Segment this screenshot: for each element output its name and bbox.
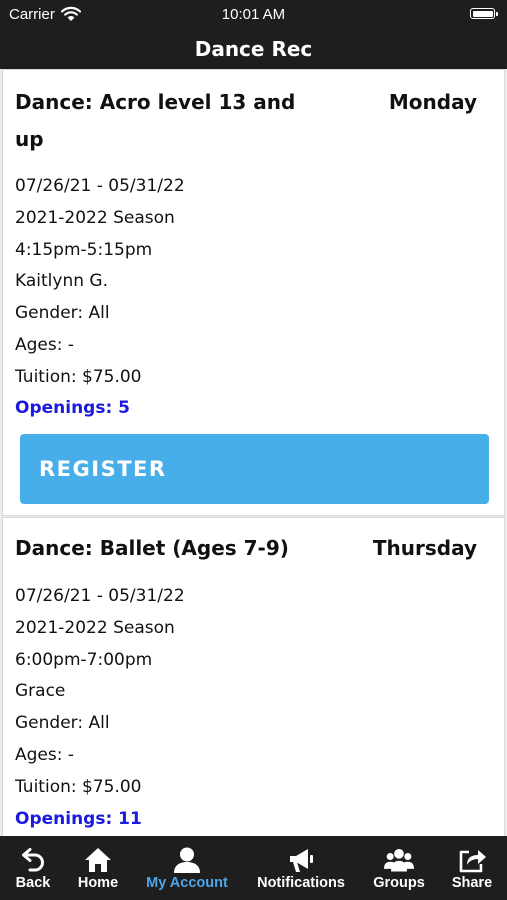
class-instructor: Kaitlynn G. [15,271,108,291]
class-openings: Openings: 5 [15,398,131,418]
class-time: 4:15pm-5:15pm [15,240,153,260]
tab-label: Home [77,875,119,891]
class-openings: Openings: 11 [15,809,142,829]
tab-home[interactable]: Home [72,836,124,900]
class-ages: Ages: - [15,745,75,765]
tab-back[interactable]: Back [8,836,58,900]
class-ages: Ages: - [15,335,75,355]
battery-icon [470,8,498,19]
back-arrow-icon [22,848,44,872]
page-title: Dance Rec [194,37,313,61]
tab-label: My Account [146,875,228,891]
class-gender: Gender: All [15,303,110,323]
class-card: Dance: Ballet (Ages 7-9) Thursday 07/26/… [2,517,505,836]
tab-label: Notifications [257,875,345,891]
class-list[interactable]: Dance: Acro level 13 and up Monday 07/26… [0,69,507,836]
nav-bar: Dance Rec [0,30,507,69]
tab-label: Share [451,875,493,891]
share-icon [459,850,486,873]
account-icon [174,847,200,873]
megaphone-icon [290,849,313,872]
tab-groups[interactable]: Groups [368,836,430,900]
home-icon [85,848,111,872]
class-season: 2021-2022 Season [15,208,175,228]
tab-notifications[interactable]: Notifications [250,836,352,900]
class-date-range: 07/26/21 - 05/31/22 [15,586,185,606]
status-time: 10:01 AM [221,6,286,23]
class-day: Monday [388,90,477,114]
tab-my-account[interactable]: My Account [140,836,234,900]
tab-share[interactable]: Share [447,836,497,900]
class-season: 2021-2022 Season [15,618,175,638]
class-title: Dance: Acro level 13 and up [15,90,296,151]
class-card: Dance: Acro level 13 and up Monday 07/26… [2,69,505,516]
class-instructor: Grace [15,681,66,701]
tab-bar: Back Home My Account Notifications Group… [0,836,507,900]
tab-label: Groups [373,875,425,891]
groups-icon [384,848,414,872]
register-button[interactable]: REGISTER [20,434,489,504]
tab-label: Back [15,875,51,891]
class-title: Dance: Ballet (Ages 7-9) [15,536,289,560]
class-day: Thursday [372,536,477,560]
class-tuition: Tuition: $75.00 [15,777,142,797]
class-tuition: Tuition: $75.00 [15,367,142,387]
class-time: 6:00pm-7:00pm [15,650,153,670]
class-date-range: 07/26/21 - 05/31/22 [15,176,185,196]
status-bar: Carrier 10:01 AM [0,0,507,30]
class-gender: Gender: All [15,713,110,733]
